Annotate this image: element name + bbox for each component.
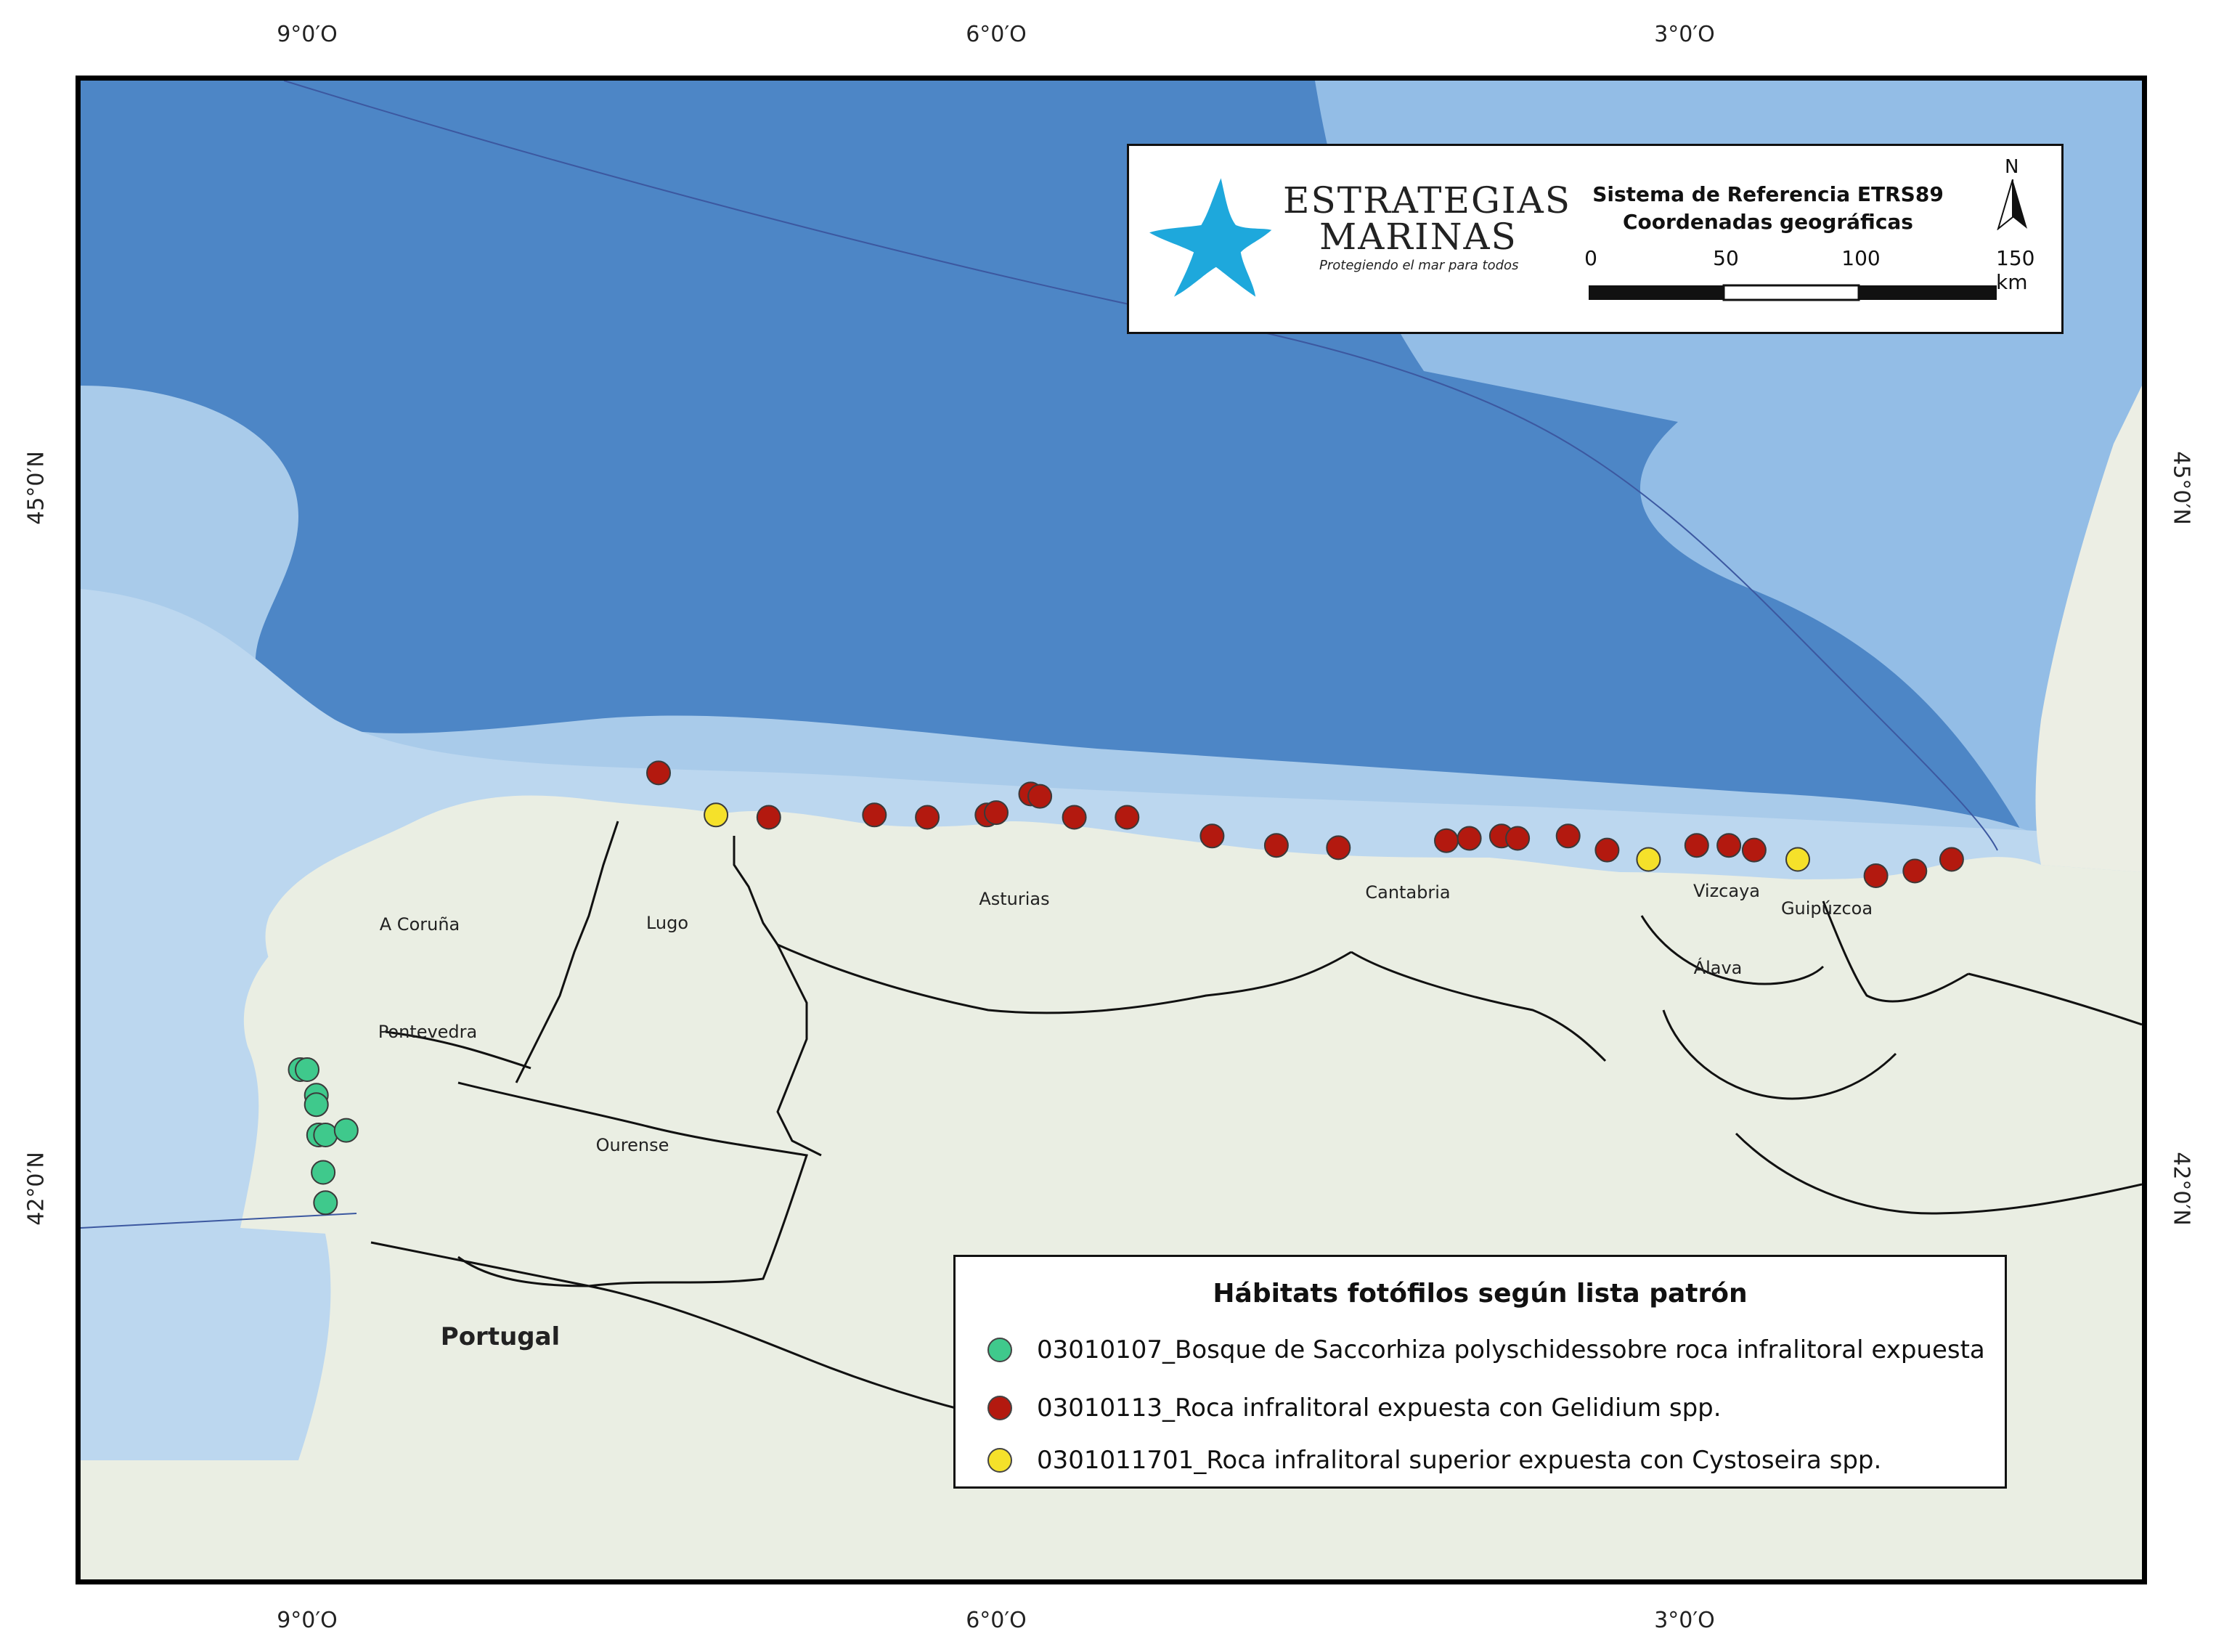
left-tick-42n: 42°0′N [23, 1152, 49, 1226]
label-portugal: Portugal [440, 1322, 561, 1351]
site-marker-red [1902, 858, 1928, 884]
site-marker-green [313, 1190, 338, 1216]
label-ourense: Ourense [595, 1135, 669, 1155]
label-lugo: Lugo [645, 913, 689, 933]
starfish-logo-icon [1149, 178, 1272, 297]
legend-box: Hábitats fotófilos según lista patrón 03… [953, 1255, 2007, 1489]
logo-line2: MARINAS [1319, 216, 1518, 258]
site-marker-green [313, 1123, 338, 1147]
legend-swatch-yellow [987, 1448, 1012, 1473]
legend-label-saccorhiza: 03010107_Bosque de Saccorhiza polyschide… [1037, 1335, 1985, 1364]
site-marker-red [1741, 837, 1767, 863]
right-tick-42n: 42°0′N [2168, 1152, 2194, 1226]
label-alava: Álava [1693, 958, 1743, 978]
legend-item-saccorhiza: 03010107_Bosque de Saccorhiza polyschide… [987, 1334, 1985, 1366]
scale-label-0: 0 [1584, 246, 1597, 270]
site-marker-red [1939, 847, 1964, 872]
site-marker-red [1505, 826, 1531, 851]
label-a-coruna: A Coruña [379, 914, 460, 935]
site-marker-red [1594, 837, 1620, 863]
map-figure: 9°0′O 6°0′O 3°0′O 9°0′O 6°0′O 3°0′O 45°0… [0, 0, 2216, 1652]
site-marker-yellow [704, 802, 729, 828]
label-asturias: Asturias [979, 889, 1050, 909]
site-marker-green [333, 1118, 359, 1143]
scale-label-100: 100 [1841, 246, 1881, 270]
site-marker-red [756, 805, 781, 830]
site-marker-red [1062, 805, 1087, 830]
site-marker-red [646, 760, 671, 786]
label-pontevedra: Pontevedra [378, 1022, 478, 1042]
label-cantabria: Cantabria [1365, 882, 1451, 903]
label-guipuzcoa: Guipúzcoa [1780, 898, 1873, 919]
north-arrow-icon [1997, 179, 2027, 230]
legend-label-gelidium: 03010113_Roca infralitoral expuesta con … [1037, 1393, 1722, 1423]
site-marker-red [1555, 823, 1581, 849]
legend-swatch-green [987, 1338, 1012, 1362]
site-marker-red [1863, 863, 1889, 888]
top-tick-3w: 3°0′O [1654, 22, 1715, 47]
site-marker-red [1457, 826, 1482, 851]
site-marker-green [304, 1092, 329, 1118]
top-tick-9w: 9°0′O [277, 22, 338, 47]
site-marker-red [1326, 835, 1351, 860]
site-marker-green [295, 1057, 319, 1082]
left-tick-45n: 45°0′N [23, 451, 49, 525]
right-tick-45n: 45°0′N [2168, 451, 2194, 525]
bottom-tick-3w: 3°0′O [1654, 1608, 1715, 1633]
legend-item-cystoseira: 0301011701_Roca infralitoral superior ex… [987, 1444, 1881, 1476]
top-tick-6w: 6°0′O [966, 22, 1027, 47]
site-marker-red [915, 805, 940, 830]
site-marker-red [1199, 823, 1225, 849]
site-marker-red [984, 800, 1009, 826]
legend-label-cystoseira: 0301011701_Roca infralitoral superior ex… [1037, 1446, 1882, 1475]
legend-item-gelidium: 03010113_Roca infralitoral expuesta con … [987, 1392, 1722, 1424]
scale-label-50: 50 [1713, 246, 1739, 270]
coordinate-type: Coordenadas geográficas [1623, 210, 1913, 234]
site-marker-red [1434, 828, 1459, 853]
site-marker-red [862, 802, 887, 828]
site-marker-yellow [1785, 847, 1810, 872]
scale-label-150: 150 km [1996, 246, 2035, 294]
logo-tagline: Protegiendo el mar para todos [1319, 258, 1519, 273]
reference-system: Sistema de Referencia ETRS89 [1592, 182, 1944, 206]
site-marker-red [1027, 784, 1053, 809]
site-marker-red [1716, 833, 1742, 858]
title-box: ESTRATEGIAS MARINAS Protegiendo el mar p… [1127, 144, 2064, 334]
legend-swatch-red [987, 1396, 1012, 1420]
site-marker-red [1115, 805, 1140, 830]
site-marker-red [1684, 833, 1709, 858]
site-marker-red [1263, 833, 1289, 858]
label-vizcaya: Vizcaya [1693, 881, 1760, 901]
bottom-tick-6w: 6°0′O [966, 1608, 1027, 1633]
legend-title: Hábitats fotófilos según lista patrón [1213, 1279, 1748, 1309]
site-marker-yellow [1636, 847, 1661, 872]
site-marker-green [311, 1160, 336, 1185]
scale-bar [1589, 284, 1997, 301]
bottom-tick-9w: 9°0′O [277, 1608, 338, 1633]
north-label: N [2005, 156, 2019, 178]
